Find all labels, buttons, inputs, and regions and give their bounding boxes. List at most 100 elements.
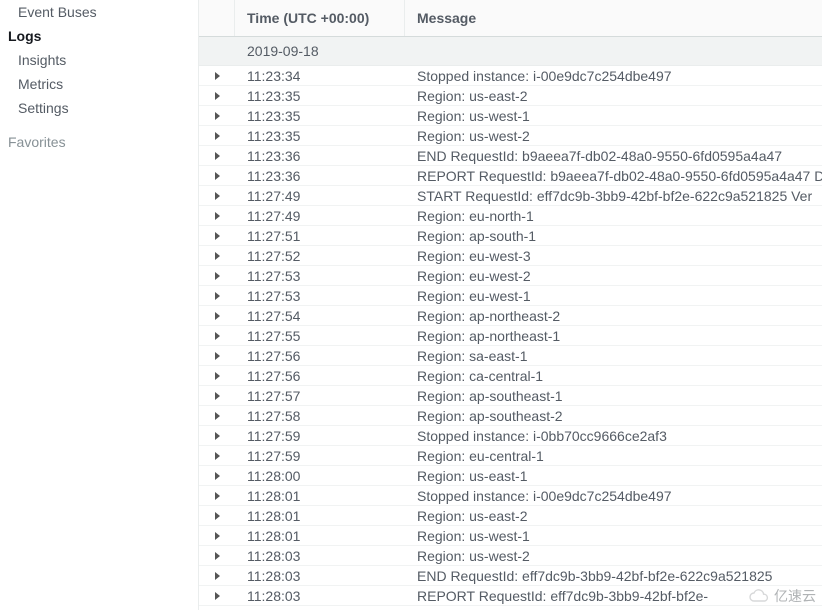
expand-toggle[interactable] — [199, 492, 235, 500]
expand-toggle[interactable] — [199, 292, 235, 300]
sidebar-item-metrics[interactable]: Metrics — [8, 72, 190, 96]
log-time: 11:27:55 — [235, 328, 405, 344]
log-time: 11:28:03 — [235, 588, 405, 604]
log-rows: 11:23:34 Stopped instance: i-00e9dc7c254d… — [199, 66, 822, 610]
caret-right-icon — [215, 332, 220, 340]
expand-toggle[interactable] — [199, 452, 235, 460]
log-row[interactable]: 11:27:49Region: eu-north-1 — [199, 206, 822, 226]
log-row[interactable]: 11:28:03END RequestId: eff7dc9b-3bb9-42b… — [199, 566, 822, 586]
log-time: 11:23:36 — [235, 148, 405, 164]
log-message: Region: ap-southeast-2 — [405, 408, 822, 424]
log-message: Region: eu-north-1 — [405, 208, 822, 224]
sidebar-item-insights[interactable]: Insights — [8, 48, 190, 72]
log-row[interactable]: 11:27:58Region: ap-southeast-2 — [199, 406, 822, 426]
expand-toggle[interactable] — [199, 72, 235, 80]
column-expand — [199, 0, 235, 36]
column-message[interactable]: Message — [405, 0, 822, 36]
expand-toggle[interactable] — [199, 512, 235, 520]
log-row[interactable]: 11:27:59Region: eu-central-1 — [199, 446, 822, 466]
caret-right-icon — [215, 172, 220, 180]
sidebar: Event Buses Logs Insights Metrics Settin… — [0, 0, 198, 610]
expand-toggle[interactable] — [199, 532, 235, 540]
expand-toggle[interactable] — [199, 92, 235, 100]
log-message: END RequestId: eff7dc9b-3bb9-42bf-bf2e-6… — [405, 568, 822, 584]
caret-right-icon — [215, 572, 220, 580]
log-time: 11:28:01 — [235, 488, 405, 504]
caret-right-icon — [215, 492, 220, 500]
log-row[interactable]: 11:23:34Stopped instance: i-00e9dc7c254d… — [199, 66, 822, 86]
log-row[interactable]: 11:23:36END RequestId: b9aeea7f-db02-48a… — [199, 146, 822, 166]
sidebar-item-logs[interactable]: Logs — [8, 24, 190, 48]
log-message: Region: us-east-1 — [405, 468, 822, 484]
log-row[interactable]: 11:27:52Region: eu-west-3 — [199, 246, 822, 266]
expand-toggle[interactable] — [199, 272, 235, 280]
log-row[interactable]: 11:27:53Region: eu-west-2 — [199, 266, 822, 286]
caret-right-icon — [215, 472, 220, 480]
log-time: 11:27:51 — [235, 228, 405, 244]
sidebar-item-settings[interactable]: Settings — [8, 96, 190, 120]
log-time: 11:23:34 — [235, 68, 405, 84]
expand-toggle[interactable] — [199, 192, 235, 200]
expand-toggle[interactable] — [199, 212, 235, 220]
log-row[interactable]: 11:27:51Region: ap-south-1 — [199, 226, 822, 246]
expand-toggle[interactable] — [199, 152, 235, 160]
log-message: Stopped instance: i-00e9dc7c254dbe497 — [405, 488, 822, 504]
log-time: 11:27:53 — [235, 288, 405, 304]
log-row[interactable]: 11:27:56Region: sa-east-1 — [199, 346, 822, 366]
log-row[interactable]: 11:27:57Region: ap-southeast-1 — [199, 386, 822, 406]
log-row[interactable]: 11:27:59Stopped instance: i-0bb70cc9666c… — [199, 426, 822, 446]
caret-right-icon — [215, 232, 220, 240]
log-row[interactable]: 11:28:00Region: us-east-1 — [199, 466, 822, 486]
log-table-header: Time (UTC +00:00) Message — [199, 0, 822, 37]
expand-toggle[interactable] — [199, 392, 235, 400]
log-message: Stopped instance: i-0bb70cc9666ce2af3 — [405, 428, 822, 444]
log-row[interactable]: 11:28:03REPORT RequestId: eff7dc9b-3bb9-… — [199, 586, 822, 606]
expand-toggle[interactable] — [199, 232, 235, 240]
log-row[interactable]: 11:23:35Region: us-west-2 — [199, 126, 822, 146]
expand-toggle[interactable] — [199, 552, 235, 560]
log-row[interactable]: 11:27:53Region: eu-west-1 — [199, 286, 822, 306]
expand-toggle[interactable] — [199, 332, 235, 340]
log-message: Region: sa-east-1 — [405, 348, 822, 364]
log-time: 11:27:52 — [235, 248, 405, 264]
caret-right-icon — [215, 392, 220, 400]
expand-toggle[interactable] — [199, 472, 235, 480]
expand-toggle[interactable] — [199, 352, 235, 360]
expand-toggle[interactable] — [199, 312, 235, 320]
expand-toggle[interactable] — [199, 572, 235, 580]
log-row[interactable]: 11:23:35Region: us-east-2 — [199, 86, 822, 106]
cloud-icon — [748, 588, 770, 604]
caret-right-icon — [215, 452, 220, 460]
expand-toggle[interactable] — [199, 592, 235, 600]
expand-toggle[interactable] — [199, 372, 235, 380]
log-time: 11:27:59 — [235, 428, 405, 444]
sidebar-item-event-buses[interactable]: Event Buses — [8, 0, 190, 24]
log-row[interactable]: 11:28:03Region: us-west-2 — [199, 546, 822, 566]
caret-right-icon — [215, 352, 220, 360]
expand-toggle[interactable] — [199, 252, 235, 260]
log-row[interactable]: 11:27:49START RequestId: eff7dc9b-3bb9-4… — [199, 186, 822, 206]
caret-right-icon — [215, 132, 220, 140]
log-row[interactable]: 11:23:35Region: us-west-1 — [199, 106, 822, 126]
log-row[interactable]: 11:28:01Region: us-west-1 — [199, 526, 822, 546]
log-row[interactable]: 11:27:56Region: ca-central-1 — [199, 366, 822, 386]
log-row[interactable]: 11:27:54Region: ap-northeast-2 — [199, 306, 822, 326]
log-message: Region: ap-northeast-1 — [405, 328, 822, 344]
log-row[interactable]: 11:28:01Region: us-east-2 — [199, 506, 822, 526]
log-row[interactable]: 11:28:01Stopped instance: i-00e9dc7c254d… — [199, 486, 822, 506]
sidebar-group-favorites: Favorites — [8, 120, 190, 154]
column-time[interactable]: Time (UTC +00:00) — [235, 0, 405, 36]
log-panel: Time (UTC +00:00) Message 2019-09-18 11:… — [198, 0, 822, 610]
log-message: Region: eu-west-3 — [405, 248, 822, 264]
log-row[interactable]: 11:23:36REPORT RequestId: b9aeea7f-db02-… — [199, 166, 822, 186]
log-time: 11:23:35 — [235, 88, 405, 104]
expand-toggle[interactable] — [199, 132, 235, 140]
log-row[interactable]: 11:27:55Region: ap-northeast-1 — [199, 326, 822, 346]
expand-toggle[interactable] — [199, 172, 235, 180]
expand-toggle[interactable] — [199, 432, 235, 440]
expand-toggle[interactable] — [199, 112, 235, 120]
caret-right-icon — [215, 412, 220, 420]
log-message: Region: ap-southeast-1 — [405, 388, 822, 404]
expand-toggle[interactable] — [199, 412, 235, 420]
watermark: 亿速云 — [748, 586, 816, 606]
